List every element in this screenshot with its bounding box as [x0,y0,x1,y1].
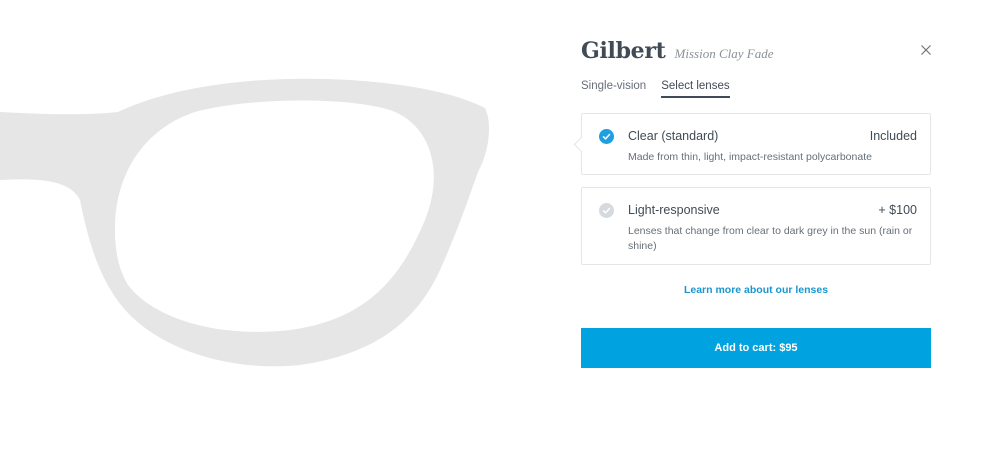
option-description: Made from thin, light, impact-resistant … [628,151,872,163]
selected-radio[interactable] [599,129,614,144]
option-description: Lenses that change from clear to dark gr… [628,225,913,252]
step-select-lenses[interactable]: Select lenses [661,80,730,98]
checkmark-icon [602,133,611,140]
add-to-cart-button[interactable]: Add to cart: $95 [581,328,931,368]
close-icon [921,45,931,55]
option-name: Light-responsive [628,203,720,217]
option-name: Clear (standard) [628,129,719,143]
lens-option-light-responsive[interactable]: Light-responsive + $100 Lenses that chan… [581,187,931,265]
product-color: Mission Clay Fade [674,46,774,61]
product-title-row: Gilbert Mission Clay Fade [581,38,773,64]
option-price: + $100 [878,203,917,217]
close-button[interactable] [917,41,935,59]
checkmark-icon [602,207,611,214]
lens-steps-breadcrumb: Single-vision Select lenses [581,80,745,98]
option-price: Included [869,129,917,143]
lens-selection-panel: Gilbert Mission Clay Fade Single-vision … [581,0,931,460]
unselected-radio[interactable] [599,203,614,218]
step-single-vision[interactable]: Single-vision [581,80,646,98]
lens-option-clear[interactable]: Clear (standard) Included Made from thin… [581,113,931,175]
product-name: Gilbert [581,38,666,64]
eyeglasses-frame-icon [0,78,490,367]
learn-more-link[interactable]: Learn more about our lenses [581,284,931,296]
product-image [0,0,540,460]
